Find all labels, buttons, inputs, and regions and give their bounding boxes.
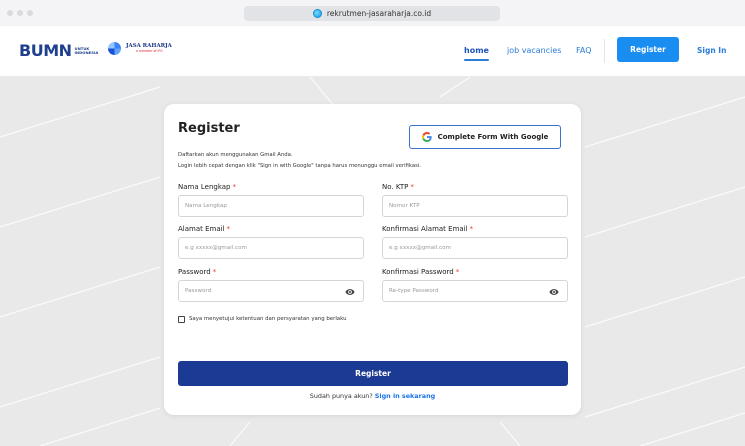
show-password-confirm-eye-icon[interactable]	[549, 287, 559, 297]
terms-checkbox[interactable]	[178, 316, 185, 323]
bumn-logo[interactable]: BUMN UNTUK INDONESIA	[19, 43, 103, 59]
ktp-label: No. KTP *	[382, 183, 414, 191]
email-confirm-input[interactable]: e.g xxxxx@gmail.com	[382, 237, 568, 259]
jasa-raharja-logo[interactable]: JASA RAHARJA a member of IFG	[108, 42, 172, 55]
google-register-button[interactable]: Complete Form With Google	[409, 125, 561, 149]
signin-now-link[interactable]: Sign in sekarang	[375, 392, 435, 400]
password-label: Password *	[178, 268, 217, 276]
address-url: rekrutmen-jasaraharja.co.id	[326, 9, 432, 18]
intro-text-line2: Login lebih cepat dengan klik "Sign in w…	[178, 163, 422, 169]
top-navbar: BUMN UNTUK INDONESIA JASA RAHARJA a memb…	[0, 26, 745, 77]
address-bar[interactable]: rekrutmen-jasaraharja.co.id	[244, 6, 500, 21]
jasa-raharja-tagline: a member of IFG	[136, 48, 163, 53]
password-confirm-label: Konfirmasi Password *	[382, 268, 460, 276]
have-account-text: Sudah punya akun?	[309, 392, 373, 400]
window-dot-minimize[interactable]	[17, 10, 23, 16]
jasa-raharja-emblem-icon	[108, 42, 121, 55]
google-icon	[421, 132, 432, 142]
nav-divider	[604, 39, 605, 63]
email-label: Alamat Email *	[178, 225, 231, 233]
nav-job-vacancies[interactable]: job vacancies	[507, 46, 561, 55]
email-confirm-label: Konfirmasi Alamat Email *	[382, 225, 474, 233]
intro-text-line1: Daftarkan akun menggunakan Gmail Anda.	[178, 152, 293, 158]
bumn-logo-sub: UNTUK INDONESIA	[74, 45, 99, 55]
browser-chrome: rekrutmen-jasaraharja.co.id	[0, 0, 745, 26]
full-name-label: Nama Lengkap *	[178, 183, 236, 191]
nav-home[interactable]: home	[464, 46, 489, 61]
nav-faq[interactable]: FAQ	[576, 46, 592, 55]
page-title: Register	[178, 121, 240, 136]
window-dot-maximize[interactable]	[27, 10, 33, 16]
show-password-eye-icon[interactable]	[345, 287, 355, 297]
terms-checkbox-label[interactable]: Saya menyetujui ketentuan dan persyarata…	[189, 315, 369, 323]
google-register-label: Complete Form With Google	[437, 133, 549, 141]
nav-register-button[interactable]: Register	[617, 37, 679, 62]
window-dot-close[interactable]	[7, 10, 13, 16]
nav-signin-link[interactable]: Sign In	[697, 46, 726, 55]
register-submit-button[interactable]: Register	[178, 361, 568, 386]
full-name-input[interactable]: Nama Lengkap	[178, 195, 364, 217]
register-card: Register Complete Form With Google Dafta…	[164, 104, 581, 415]
bumn-logo-mark: BUMN	[19, 41, 72, 60]
email-input[interactable]: e.g xxxxx@gmail.com	[178, 237, 364, 259]
signin-prompt: Sudah punya akun? Sign in sekarang	[164, 392, 581, 400]
password-confirm-input[interactable]: Re-type Password	[382, 280, 568, 302]
ktp-input[interactable]: Nomor KTP	[382, 195, 568, 217]
password-input[interactable]: Password	[178, 280, 364, 302]
globe-icon	[312, 9, 322, 18]
